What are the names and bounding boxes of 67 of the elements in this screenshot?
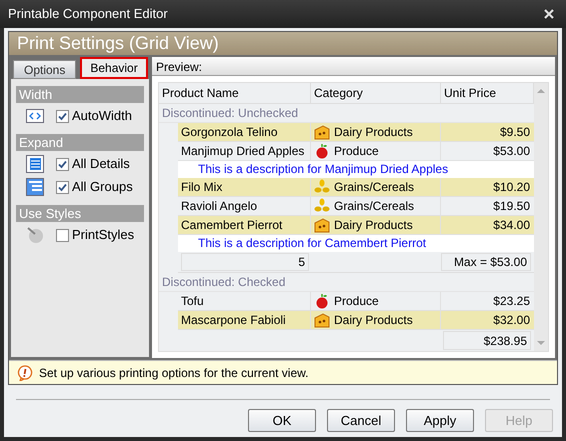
table-cell: Gorgonzola Telino <box>178 122 311 141</box>
checkbox[interactable] <box>56 180 69 194</box>
grain-icon <box>314 178 330 195</box>
grid-row[interactable]: Camembert Pierrot Dairy Products $34.00 <box>178 216 534 235</box>
table-cell-text: $10.20 <box>492 178 531 196</box>
section-header: Use Styles <box>16 205 144 222</box>
cheese-icon <box>314 312 330 328</box>
cheese-icon <box>314 216 330 233</box>
panel-header: Print Settings (Grid View) <box>9 32 557 55</box>
checkbox[interactable] <box>56 110 69 122</box>
window-title: Printable Component Editor <box>8 5 168 24</box>
grid-row[interactable]: Ravioli Angelo Grains/Cereals $19.50 <box>178 196 534 216</box>
table-cell-text: Grains/Cereals <box>334 198 414 215</box>
grain-icon <box>314 198 330 214</box>
checkbox-label[interactable]: AutoWidth <box>72 106 132 126</box>
checkbox-label[interactable]: PrintStyles <box>72 225 134 245</box>
table-cell: Mascarpone Fabioli <box>178 311 311 330</box>
dialog-button[interactable]: Apply <box>406 409 474 432</box>
details-icon <box>26 155 44 173</box>
table-cell-text: $53.00 <box>492 142 531 160</box>
summary-max: Max = $53.00 <box>441 253 531 272</box>
checkbox[interactable] <box>56 228 69 242</box>
table-cell-text: $19.50 <box>492 198 531 215</box>
apple-icon <box>314 293 330 310</box>
grid-row[interactable]: Gorgonzola Telino Dairy Products $9.50 <box>178 122 534 142</box>
grid-row[interactable]: Tofu Produce $23.25 <box>178 292 534 312</box>
table-cell-text: Dairy Products <box>334 124 413 141</box>
section-header: Width <box>16 86 144 103</box>
total-sum: $238.95 <box>443 331 531 350</box>
table-cell-text: Dairy Products <box>334 216 413 234</box>
table-cell-text: $34.00 <box>492 216 531 234</box>
tab[interactable]: Options <box>13 60 76 79</box>
dialog-button[interactable]: Cancel <box>327 409 395 432</box>
summary-count: 5 <box>181 253 309 272</box>
checkbox[interactable] <box>56 158 69 170</box>
table-cell-text: Dairy Products <box>334 312 413 330</box>
width-icon <box>26 109 44 123</box>
column-header[interactable]: Product Name <box>159 83 311 103</box>
table-cell-text: Produce <box>334 142 379 160</box>
hint-text: Set up various printing options for the current view. <box>39 364 308 382</box>
grid-row[interactable]: Mascarpone Fabioli Dairy Products $32.00 <box>178 311 534 330</box>
section-header: Expand <box>16 134 144 151</box>
table-cell: Filo Mix <box>178 178 311 196</box>
tab[interactable]: Behavior <box>80 57 148 79</box>
table-cell-text: $23.25 <box>492 293 531 310</box>
grid-row[interactable]: Manjimup Dried Apples Produce $53.00 <box>178 142 534 161</box>
grid-row[interactable]: Filo Mix Grains/Cereals $10.20 <box>178 178 534 197</box>
preview-title: Preview: <box>152 58 555 76</box>
table-cell-text: $32.00 <box>492 312 531 330</box>
table-cell: Camembert Pierrot <box>178 216 311 234</box>
column-header[interactable]: Category <box>311 83 441 103</box>
table-cell-text: Grains/Cereals <box>334 178 414 196</box>
hint-icon <box>17 364 33 380</box>
checkbox-label[interactable]: All Details <box>72 154 130 174</box>
row-description: This is a description for Camembert Pierrot <box>178 234 534 252</box>
close-icon[interactable] <box>544 9 554 19</box>
table-cell: Ravioli Angelo <box>178 196 311 215</box>
checkbox-label[interactable]: All Groups <box>72 177 133 197</box>
cheese-icon <box>314 124 330 140</box>
apple-icon <box>314 142 330 159</box>
dialog-button[interactable]: OK <box>248 409 316 432</box>
table-cell-text: $9.50 <box>498 124 531 141</box>
table-cell: Manjimup Dried Apples <box>178 142 311 160</box>
row-description: This is a description for Manjimup Dried Apples <box>178 160 534 178</box>
table-cell-text: Produce <box>334 293 379 310</box>
groups-icon <box>26 178 44 196</box>
table-cell: Tofu <box>178 292 311 310</box>
